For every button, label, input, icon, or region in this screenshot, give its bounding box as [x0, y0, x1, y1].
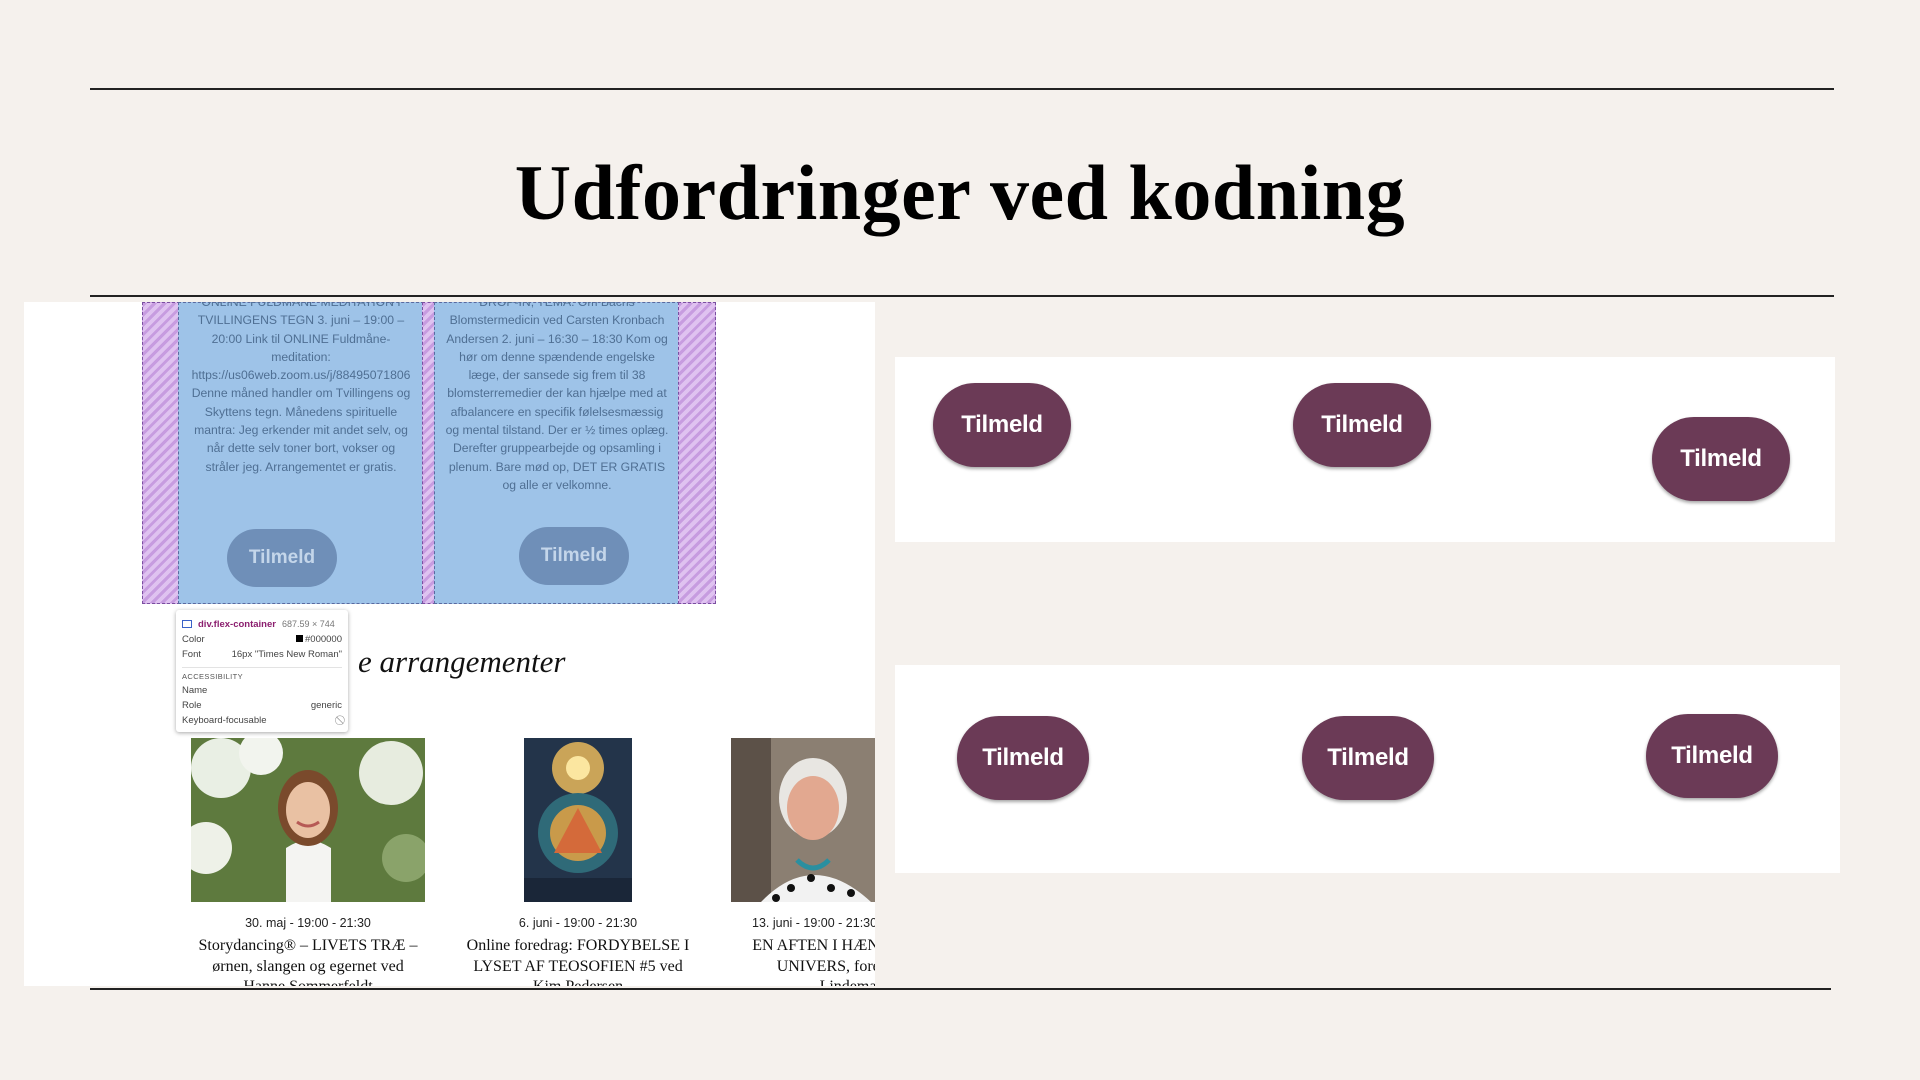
- tooltip-label: Role: [182, 700, 202, 711]
- event-card-fuldmaane: ONLINE FULDMÅNE MEDITATION I TVILLINGENS…: [178, 302, 424, 604]
- top-rule: [90, 88, 1834, 90]
- section-heading: e arrangementer: [358, 644, 566, 679]
- tooltip-row-font: Font 16px "Times New Roman": [182, 647, 342, 662]
- tooltip-row-role: Role generic: [182, 698, 342, 713]
- tilmeld-button-ghost[interactable]: Tilmeld: [519, 527, 629, 585]
- flex-icon: [182, 620, 192, 628]
- tooltip-label: Color: [182, 634, 205, 645]
- element-size: 687.59 × 744: [281, 619, 335, 629]
- tooltip-label: Keyboard-focusable: [182, 715, 267, 726]
- woman-portrait-image: [191, 738, 425, 902]
- tooltip-row-name: Name: [182, 683, 342, 698]
- tooltip-label: Font: [182, 649, 202, 660]
- event-date: 30. maj - 19:00 - 21:30: [245, 916, 371, 930]
- buttons-panel-misaligned: Tilmeld Tilmeld Tilmeld: [895, 357, 1835, 542]
- event-title[interactable]: Storydancing® – LIVETS TRÆ – ørnen, slan…: [194, 936, 422, 986]
- tilmeld-button-ghost[interactable]: Tilmeld: [227, 529, 337, 587]
- event-date: 6. juni - 19:00 - 21:30: [518, 916, 638, 930]
- color-value: #000000: [305, 634, 342, 645]
- event-date: 13. juni - 19:00 - 21:30: [752, 916, 875, 930]
- tooltip-row-focusable: Keyboard-focusable ⃠: [182, 713, 342, 728]
- tooltip-row-color: Color #000000: [182, 632, 342, 647]
- tilmeld-button[interactable]: Tilmeld: [933, 383, 1071, 467]
- bottom-rule: [90, 988, 1831, 990]
- event-description: ONLINE FULDMÅNE MEDITATION I TVILLINGENS…: [191, 302, 411, 474]
- color-swatch-icon: [296, 635, 304, 642]
- theosophy-artwork-image: [524, 738, 632, 902]
- tilmeld-button[interactable]: Tilmeld: [957, 716, 1089, 800]
- buttons-panel-aligned: Tilmeld Tilmeld Tilmeld: [895, 665, 1840, 873]
- older-woman-portrait-image: [731, 738, 875, 902]
- devtools-screenshot: ONLINE FULDMÅNE MEDITATION I TVILLINGENS…: [24, 302, 875, 986]
- flex-margin-left: [142, 302, 180, 604]
- title-bottom-rule: [90, 295, 1834, 297]
- event-title[interactable]: Online foredrag: FORDYBELSE I LYSET AF T…: [464, 936, 692, 986]
- event-title[interactable]: EN AFTEN I HÆNGEKØJENS UNIVERS, foredrag…: [742, 936, 875, 986]
- tooltip-value: #000000: [296, 634, 342, 645]
- tilmeld-button[interactable]: Tilmeld: [1652, 417, 1790, 501]
- event-photo-older-woman: [731, 738, 875, 902]
- tilmeld-button[interactable]: Tilmeld: [1293, 383, 1431, 467]
- flex-margin-right: [678, 302, 716, 604]
- element-selector: div.flex-container: [198, 618, 276, 630]
- tilmeld-button[interactable]: Tilmeld: [1646, 714, 1778, 798]
- event-photo-woman: [191, 738, 425, 902]
- tooltip-label: Name: [182, 685, 208, 696]
- tooltip-value: 16px "Times New Roman": [231, 649, 342, 660]
- event-description: DROP-IN, TEMA: Om Bachs Blomstermedicin …: [445, 302, 669, 492]
- devtools-inspect-tooltip: div.flex-container 687.59 × 744 Color #0…: [176, 610, 348, 732]
- tooltip-section-title: ACCESSIBILITY: [182, 667, 342, 683]
- tooltip-value: generic: [310, 700, 342, 711]
- event-card-bachs: DROP-IN, TEMA: Om Bachs Blomstermedicin …: [434, 302, 680, 604]
- slide-title: Udfordringer ved kodning: [514, 149, 1406, 236]
- event-photo-theosophy: [524, 738, 632, 902]
- tilmeld-button[interactable]: Tilmeld: [1302, 716, 1434, 800]
